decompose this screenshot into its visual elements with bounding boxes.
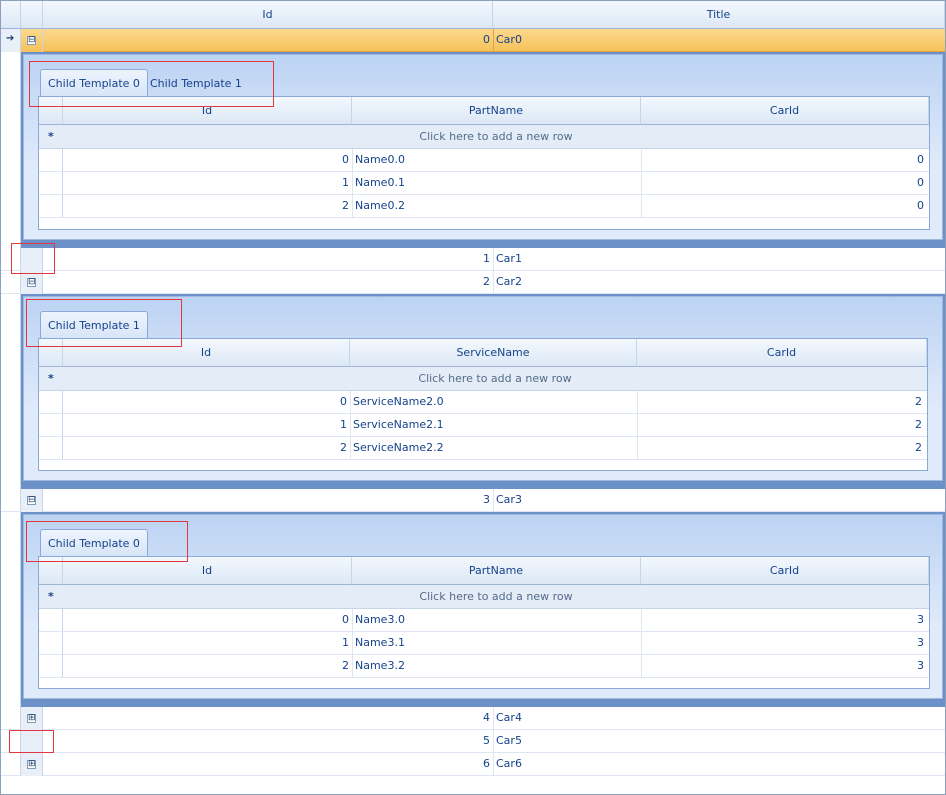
cell-carid[interactable]: 2 — [637, 437, 925, 459]
child-row[interactable]: 0 Name0.0 0 — [39, 149, 929, 172]
new-row-prompt[interactable]: Click here to add a new row — [63, 585, 929, 608]
table-row[interactable]: 3 Car3 — [43, 489, 945, 512]
table-row[interactable]: 4 Car4 — [43, 707, 945, 730]
table-row[interactable]: 2 Car2 — [43, 271, 945, 294]
table-row[interactable]: 1 Car1 — [43, 248, 945, 271]
collapse-icon[interactable]: ⊟ — [27, 36, 36, 45]
child-row[interactable]: 1 ServiceName2.1 2 — [39, 414, 927, 437]
cell-carid[interactable]: 2 — [637, 391, 925, 413]
annotation-box — [9, 730, 54, 753]
cell-id[interactable]: 1 — [63, 172, 352, 194]
new-row-icon: * — [48, 590, 54, 603]
cell-title[interactable]: Car1 — [493, 248, 945, 270]
cell-carid[interactable]: 0 — [641, 195, 927, 217]
child-row[interactable]: 1 Name3.1 3 — [39, 632, 929, 655]
new-row-icon: * — [48, 372, 54, 385]
annotation-box — [26, 521, 188, 562]
child-header-partname[interactable]: PartName — [352, 97, 641, 125]
cell-id[interactable]: 1 — [63, 632, 352, 654]
expand-icon[interactable]: ⊞ — [27, 714, 36, 723]
annotation-box — [11, 243, 55, 274]
cell-id[interactable]: 4 — [43, 707, 493, 729]
cell-carid[interactable]: 2 — [637, 414, 925, 436]
annotation-box — [29, 61, 274, 107]
row-expander-cell[interactable]: ⊞ — [21, 753, 43, 776]
cell-id[interactable]: 2 — [63, 195, 352, 217]
current-row-icon: ➔ — [6, 33, 15, 44]
new-row-icon: * — [48, 130, 54, 143]
cell-id[interactable]: 2 — [63, 437, 350, 459]
cell-servicename[interactable]: ServiceName2.0 — [350, 391, 637, 413]
cell-carid[interactable]: 3 — [641, 632, 927, 654]
new-row-prompt[interactable]: Click here to add a new row — [63, 125, 929, 148]
cell-title[interactable]: Car4 — [493, 707, 945, 729]
collapse-icon[interactable]: ⊟ — [27, 278, 36, 287]
child-header-partname[interactable]: PartName — [352, 557, 641, 585]
cell-partname[interactable]: Name3.1 — [352, 632, 641, 654]
row-expander-cell[interactable]: ⊟ — [21, 271, 43, 294]
cell-id[interactable]: 6 — [43, 753, 493, 775]
child-grid: Id ServiceName CarId * Click here to add… — [38, 338, 928, 471]
cell-carid[interactable]: 3 — [641, 655, 927, 677]
cell-title[interactable]: Car2 — [493, 271, 945, 293]
cell-partname[interactable]: Name0.2 — [352, 195, 641, 217]
cell-partname[interactable]: Name3.2 — [352, 655, 641, 677]
cell-id[interactable]: 1 — [43, 248, 493, 270]
cell-id[interactable]: 0 — [63, 391, 350, 413]
column-header-title[interactable]: Title — [493, 1, 945, 29]
child-row[interactable]: 0 Name3.0 3 — [39, 609, 929, 632]
collapse-icon[interactable]: ⊟ — [27, 496, 36, 505]
child-grid: Id PartName CarId * Click here to add a … — [38, 556, 930, 689]
row-expander-cell[interactable]: ⊟ — [21, 489, 43, 512]
cell-title[interactable]: Car3 — [493, 489, 945, 511]
cell-carid[interactable]: 0 — [641, 149, 927, 171]
cell-partname[interactable]: Name0.0 — [352, 149, 641, 171]
child-header-carid[interactable]: CarId — [637, 339, 927, 367]
car-grid: Id Title ➔ ⊟ 0 Car0 Child Template 0 Chi… — [0, 0, 946, 795]
table-row[interactable]: 0 Car0 — [43, 29, 945, 52]
cell-title[interactable]: Car6 — [493, 753, 945, 775]
table-row[interactable]: 5 Car5 — [43, 730, 945, 753]
cell-servicename[interactable]: ServiceName2.1 — [350, 414, 637, 436]
row-indicator-header — [1, 1, 21, 29]
cell-carid[interactable]: 3 — [641, 609, 927, 631]
cell-servicename[interactable]: ServiceName2.2 — [350, 437, 637, 459]
row-indicator[interactable]: ➔ — [1, 29, 21, 52]
child-header-carid[interactable]: CarId — [641, 557, 929, 585]
table-row[interactable]: 6 Car6 — [43, 753, 945, 776]
cell-id[interactable]: 2 — [43, 271, 493, 293]
cell-title[interactable]: Car5 — [493, 730, 945, 752]
cell-id[interactable]: 0 — [43, 29, 493, 51]
child-row[interactable]: 2 Name0.2 0 — [39, 195, 929, 218]
new-row-prompt[interactable]: Click here to add a new row — [63, 367, 927, 390]
child-header-servicename[interactable]: ServiceName — [350, 339, 637, 367]
new-row[interactable]: * Click here to add a new row — [39, 585, 929, 609]
expand-icon[interactable]: ⊞ — [27, 760, 36, 769]
cell-id[interactable]: 0 — [63, 609, 352, 631]
row-expander-cell[interactable]: ⊞ — [21, 707, 43, 730]
child-row[interactable]: 2 ServiceName2.2 2 — [39, 437, 927, 460]
new-row[interactable]: * Click here to add a new row — [39, 367, 927, 391]
cell-id[interactable]: 0 — [63, 149, 352, 171]
cell-id[interactable]: 5 — [43, 730, 493, 752]
child-grid: Id PartName CarId * Click here to add a … — [38, 96, 930, 230]
column-header-id[interactable]: Id — [43, 1, 493, 29]
child-row[interactable]: 2 Name3.2 3 — [39, 655, 929, 678]
cell-partname[interactable]: Name3.0 — [352, 609, 641, 631]
new-row[interactable]: * Click here to add a new row — [39, 125, 929, 149]
row-expander-cell[interactable]: ⊟ — [21, 29, 43, 52]
cell-id[interactable]: 3 — [43, 489, 493, 511]
child-row[interactable]: 1 Name0.1 0 — [39, 172, 929, 195]
cell-partname[interactable]: Name0.1 — [352, 172, 641, 194]
child-row[interactable]: 0 ServiceName2.0 2 — [39, 391, 927, 414]
cell-id[interactable]: 2 — [63, 655, 352, 677]
child-header-carid[interactable]: CarId — [641, 97, 929, 125]
cell-id[interactable]: 1 — [63, 414, 350, 436]
cell-title[interactable]: Car0 — [493, 29, 945, 51]
cell-carid[interactable]: 0 — [641, 172, 927, 194]
annotation-box — [26, 299, 182, 347]
expander-header — [21, 1, 43, 29]
